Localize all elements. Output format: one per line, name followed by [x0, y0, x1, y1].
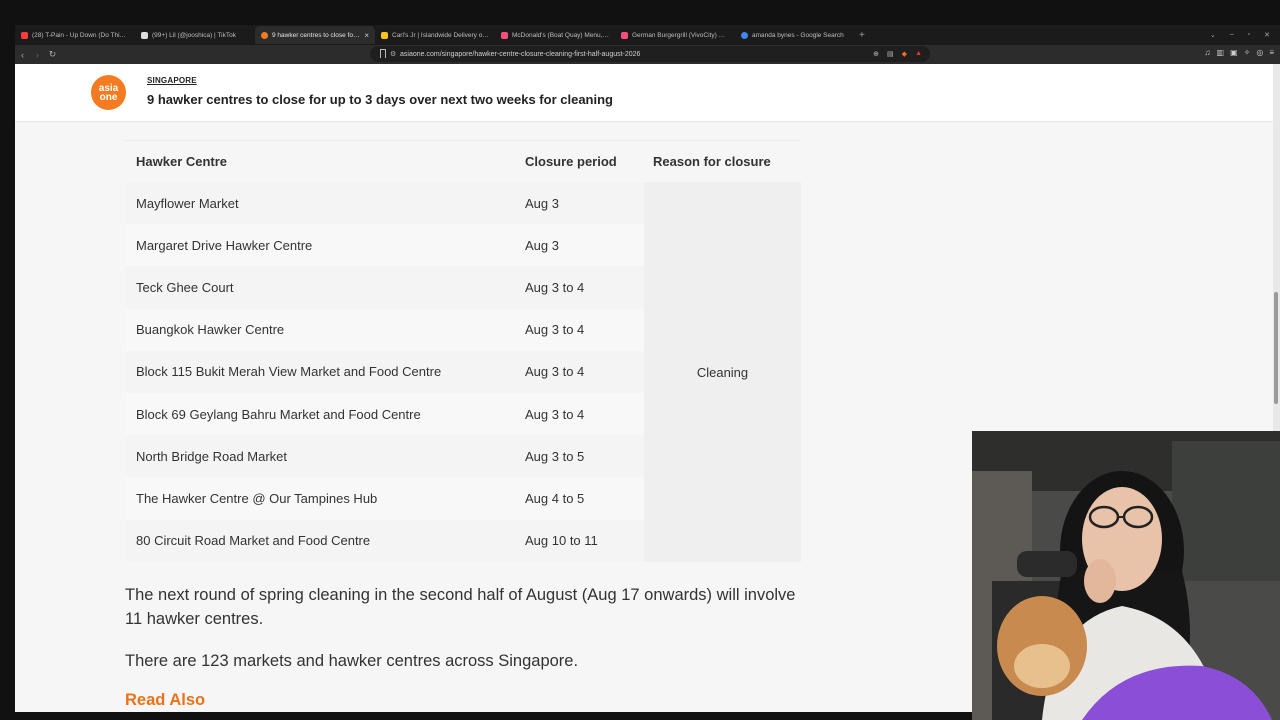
extensions: ♫ ▥ ▣ ✧ ◎ ≡	[1205, 48, 1274, 57]
site-info-icon[interactable]: ⚙	[390, 50, 396, 58]
cell-period: Aug 3 to 5	[525, 448, 585, 464]
tiktok-icon	[141, 31, 148, 39]
asiaone-icon	[261, 31, 268, 39]
window-controls: ⌄ – ▫ ✕	[1210, 31, 1280, 39]
section-link[interactable]: SINGAPORE	[147, 76, 197, 85]
tab-label: German Burgergrill (VivoCity) Menu	[632, 31, 729, 39]
cell-centre: Margaret Drive Hawker Centre	[136, 237, 313, 253]
header-reason: Reason for closure	[653, 154, 771, 169]
cell-period: Aug 3	[525, 195, 559, 211]
url-actions: ⊕ ▤ ◆ ▲	[873, 50, 922, 58]
minimize-icon[interactable]: –	[1230, 31, 1234, 39]
grab-icon	[501, 31, 508, 39]
cell-centre: Teck Ghee Court	[136, 279, 234, 295]
tab-label: Carl's Jr | Islandwide Delivery or Pick	[392, 31, 489, 39]
cell-period: Aug 10 to 11	[525, 533, 598, 549]
maximize-icon[interactable]: ▫	[1248, 31, 1250, 39]
asiaone-logo[interactable]: asia one	[91, 75, 126, 110]
tab-burgergrill[interactable]: German Burgergrill (VivoCity) Menu	[615, 26, 735, 44]
site-header: asia one SINGAPORE 9 hawker centres to c…	[15, 64, 1273, 122]
tab-label: (28) T-Pain - Up Down (Do This All Day)	[32, 31, 129, 39]
music-icon[interactable]: ♫	[1205, 48, 1211, 57]
tab-label: 9 hawker centres to close for up...	[272, 31, 361, 39]
cell-period: Aug 3 to 4	[525, 279, 585, 295]
cell-period: Aug 3 to 4	[525, 322, 585, 338]
close-tab-icon[interactable]: ×	[364, 31, 369, 40]
tab-label: McDonald's (Boat Quay) Menu, Price	[512, 31, 609, 39]
menu-icon[interactable]: ≡	[1269, 48, 1274, 57]
sidebar-icon[interactable]: ▥	[1217, 48, 1225, 57]
rewards-icon[interactable]: ▲	[915, 50, 922, 58]
article-headline: 9 hawker centres to close for up to 3 da…	[147, 92, 613, 107]
article-paragraph: The next round of spring cleaning in the…	[125, 586, 796, 628]
tab-carls[interactable]: Carl's Jr | Islandwide Delivery or Pick	[375, 26, 495, 44]
article-paragraph: There are 123 markets and hawker centres…	[125, 652, 579, 670]
brave-shield-icon[interactable]: ◆	[902, 50, 907, 58]
url-text: asiaone.com/singapore/hawker-centre-clos…	[400, 50, 641, 58]
cell-centre: Mayflower Market	[136, 195, 239, 211]
cell-period: Aug 3 to 4	[525, 406, 585, 422]
reader-icon[interactable]: ▤	[887, 50, 894, 58]
grab-icon	[621, 31, 628, 39]
table-header: Hawker Centre Closure period Reason for …	[125, 140, 801, 182]
tab-asiaone[interactable]: 9 hawker centres to close for up... ×	[255, 26, 375, 44]
carls-icon	[381, 31, 388, 39]
google-icon	[741, 31, 748, 39]
scrollbar-thumb[interactable]	[1274, 292, 1278, 404]
tab-label: amanda bynes - Google Search	[752, 31, 844, 39]
address-bar[interactable]: ⚙ asiaone.com/singapore/hawker-centre-cl…	[370, 46, 930, 62]
header-closure-period: Closure period	[525, 154, 617, 169]
screen: (28) T-Pain - Up Down (Do This All Day) …	[0, 0, 1280, 720]
cell-centre: The Hawker Centre @ Our Tampines Hub	[136, 490, 378, 506]
closure-table: Hawker Centre Closure period Reason for …	[125, 140, 801, 562]
header-hawker-centre: Hawker Centre	[136, 154, 228, 169]
toolbar: ‹ › ↻ ⚙ asiaone.com/singapore/hawker-cen…	[15, 45, 1280, 64]
bookmark-icon[interactable]	[380, 49, 386, 58]
cell-centre: North Bridge Road Market	[136, 448, 288, 464]
read-also-heading: Read Also	[125, 691, 206, 709]
tab-google[interactable]: amanda bynes - Google Search	[735, 26, 855, 44]
cell-centre: Buangkok Hawker Centre	[136, 322, 285, 338]
forward-icon[interactable]: ›	[30, 50, 45, 60]
webcam-image	[972, 431, 1280, 720]
back-icon[interactable]: ‹	[15, 50, 30, 60]
zoom-icon[interactable]: ⊕	[873, 50, 879, 58]
close-window-icon[interactable]: ✕	[1264, 31, 1270, 39]
cell-period: Aug 4 to 5	[525, 490, 585, 506]
tab-mcdonalds[interactable]: McDonald's (Boat Quay) Menu, Price	[495, 26, 615, 44]
cell-period: Aug 3 to 4	[525, 364, 585, 380]
cell-centre: Block 115 Bukit Merah View Market and Fo…	[136, 364, 442, 380]
tab-tiktok[interactable]: (99+) Lil (@jooshica) | TikTok	[135, 26, 255, 44]
vpn-icon[interactable]: ✧	[1244, 48, 1251, 57]
webcam-overlay	[972, 431, 1280, 720]
wallet-icon[interactable]: ▣	[1230, 48, 1238, 57]
reload-icon[interactable]: ↻	[45, 49, 60, 60]
youtube-icon	[21, 31, 28, 39]
leo-icon[interactable]: ◎	[1256, 48, 1263, 57]
logo-text-bottom: one	[99, 91, 118, 103]
tab-youtube[interactable]: (28) T-Pain - Up Down (Do This All Day)	[15, 26, 135, 44]
new-tab-button[interactable]: +	[859, 30, 865, 41]
cell-centre: 80 Circuit Road Market and Food Centre	[136, 533, 371, 549]
cell-period: Aug 3	[525, 237, 559, 253]
tab-search-icon[interactable]: ⌄	[1210, 31, 1216, 39]
tab-label: (99+) Lil (@jooshica) | TikTok	[152, 31, 236, 39]
tab-strip: (28) T-Pain - Up Down (Do This All Day) …	[15, 25, 1280, 45]
cell-centre: Block 69 Geylang Bahru Market and Food C…	[136, 406, 421, 422]
cell-reason-merged: Cleaning	[644, 182, 801, 562]
